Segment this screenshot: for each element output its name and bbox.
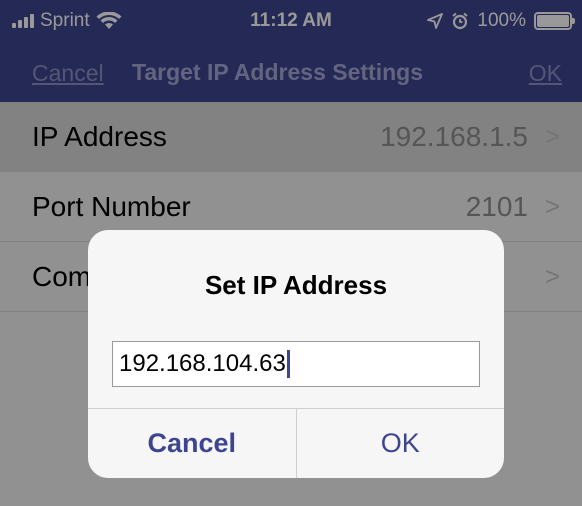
ip-address-input-value: 192.168.104.63 bbox=[119, 350, 286, 377]
ip-address-input[interactable]: 192.168.104.63 bbox=[112, 341, 480, 387]
alert-ok-button[interactable]: OK bbox=[297, 409, 505, 478]
text-caret bbox=[286, 350, 290, 378]
alert-cancel-button[interactable]: Cancel bbox=[88, 409, 297, 478]
set-ip-alert: Set IP Address 192.168.104.63 Cancel OK bbox=[88, 230, 504, 478]
alert-button-bar: Cancel OK bbox=[88, 408, 504, 478]
alert-title: Set IP Address bbox=[204, 270, 388, 300]
